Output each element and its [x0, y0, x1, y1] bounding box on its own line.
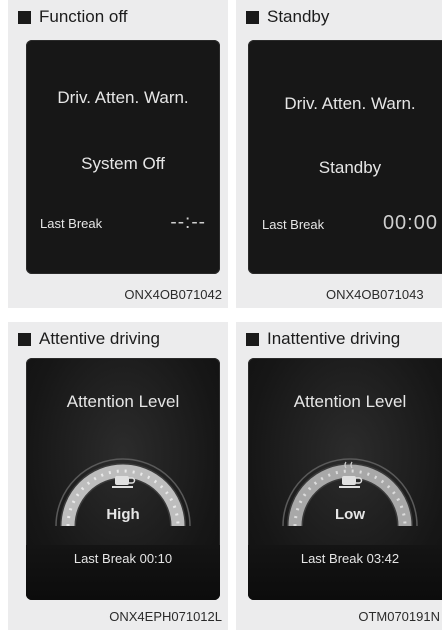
panel-header: Function off [18, 7, 128, 27]
panel-header-label: Attentive driving [39, 329, 160, 348]
figure-code: ONX4EPH071012L [109, 609, 222, 624]
square-bullet-icon [246, 10, 259, 24]
cluster-display: Attention Level Low Last Break 03:42 [248, 358, 442, 600]
panel-standby: Standby Driv. Atten. Warn. Standby Last … [236, 0, 442, 308]
cluster-display: Attention Level High Last Break 00:10 [26, 358, 220, 600]
last-break-value: 00:00 [382, 212, 438, 234]
panel-header-label: Inattentive driving [267, 329, 401, 348]
last-break-text: Last Break 03:42 [300, 551, 400, 566]
last-break-value: --:-- [170, 212, 206, 233]
square-bullet-icon [18, 10, 31, 24]
panel-function-off: Function off Driv. Atten. Warn. System O… [8, 0, 228, 308]
panel-header: Attentive driving [18, 329, 160, 349]
attention-level-value: High [106, 506, 140, 523]
attention-level-value: Low [335, 506, 365, 523]
panel-header-label: Standby [267, 7, 330, 26]
system-status: System Off [81, 154, 165, 173]
warning-title: Driv. Atten. Warn. [284, 94, 416, 113]
last-break-row: Last Break 00:00 [248, 212, 442, 235]
last-break-label: Last Break [40, 216, 103, 231]
panel-header-label: Function off [39, 7, 128, 26]
cluster-display: Driv. Atten. Warn. System Off Last Break… [26, 40, 220, 274]
figure-code: ONX4OB071043 [326, 287, 424, 302]
coffee-cup-icon [112, 476, 136, 488]
warning-title: Driv. Atten. Warn. [57, 88, 189, 107]
figure-code: OTM070191N [358, 609, 440, 624]
panel-attentive-driving: Attentive driving Attention Level High L… [8, 322, 228, 630]
cluster-display: Driv. Atten. Warn. Standby Last Break 00… [248, 40, 442, 274]
panel-header: Inattentive driving [246, 329, 400, 349]
attention-level-title: Attention Level [293, 392, 407, 411]
attention-level-title: Attention Level [66, 392, 180, 411]
panel-inattentive-driving: Inattentive driving Attention Level Low … [236, 322, 442, 630]
figure-code: ONX4OB071042 [124, 287, 222, 302]
last-break-text: Last Break 00:10 [73, 551, 173, 566]
square-bullet-icon [246, 332, 259, 346]
panel-header: Standby [246, 7, 329, 27]
square-bullet-icon [18, 332, 31, 346]
last-break-row: Last Break --:-- [26, 212, 220, 234]
last-break-label: Last Break [262, 217, 325, 232]
system-status: Standby [318, 158, 382, 177]
